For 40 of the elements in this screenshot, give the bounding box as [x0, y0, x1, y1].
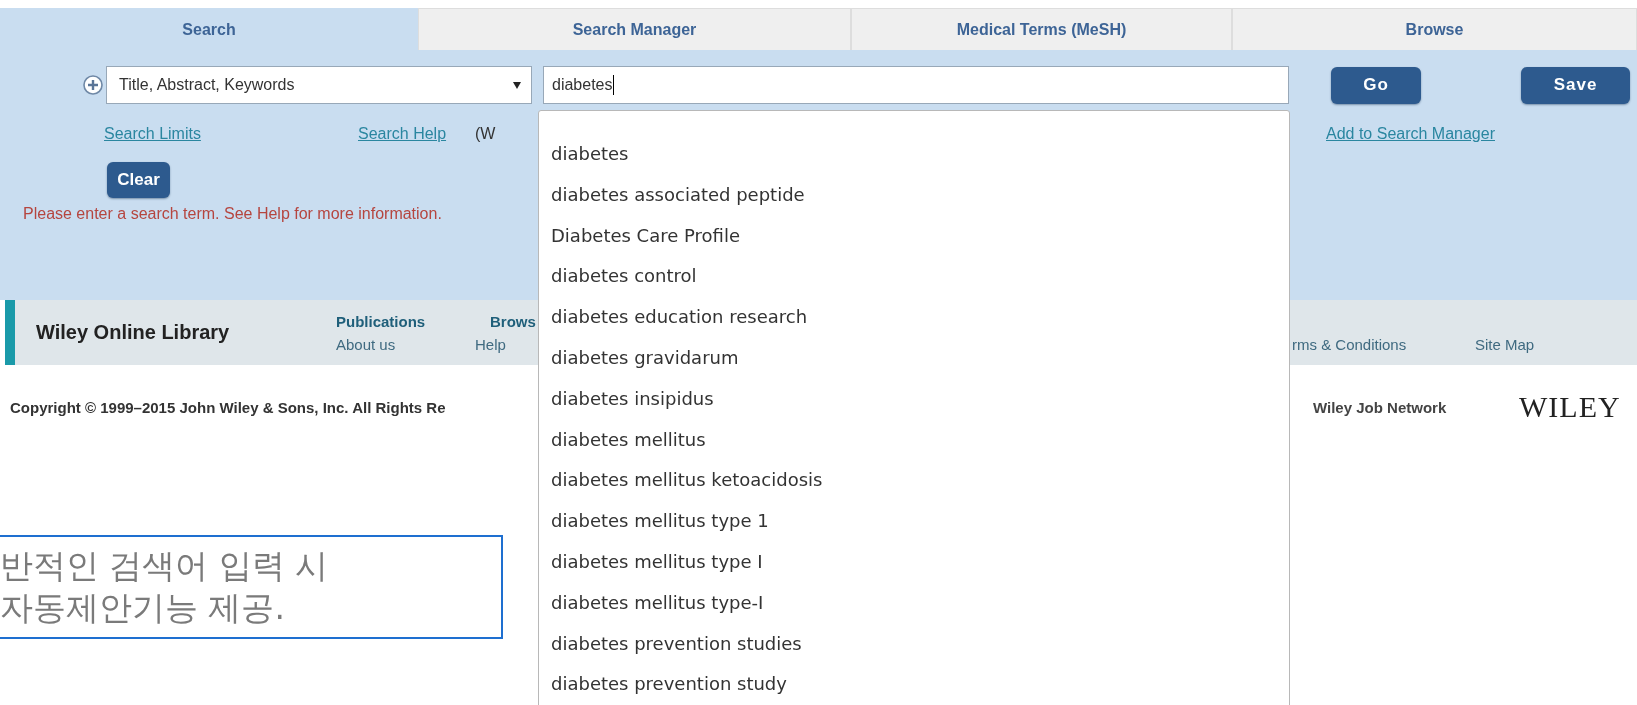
error-message: Please enter a search term. See Help for more information.: [23, 204, 443, 224]
suggestion-item[interactable]: diabetes mellitus: [539, 419, 1289, 461]
copyright-text: Copyright © 1999–2015 John Wiley & Sons, Inc. All Rights Re: [10, 398, 446, 416]
footer-link[interactable]: Site Map: [1475, 335, 1535, 353]
suggestion-item[interactable]: diabetes: [539, 134, 1289, 175]
add-row-icon[interactable]: [83, 75, 103, 95]
suggestion-item[interactable]: diabetes insipidus: [539, 378, 1289, 420]
job-network-link[interactable]: Wiley Job Network: [1313, 398, 1519, 416]
field-select[interactable]: Title, Abstract, Keywords: [106, 66, 532, 104]
footer-link[interactable]: rms & Conditions: [1292, 335, 1407, 353]
publisher-logo: WILEY: [1519, 390, 1621, 424]
footer-link[interactable]: About us: [336, 335, 396, 353]
save-button[interactable]: Save: [1521, 66, 1630, 104]
footer-link[interactable]: Publications: [336, 312, 426, 330]
site-title: Wiley Online Library: [35, 320, 231, 345]
go-button[interactable]: Go: [1331, 66, 1421, 104]
suggestion-item[interactable]: diabetes education research: [539, 297, 1289, 338]
suggestion-item[interactable]: diabetes mellitus type 1: [539, 501, 1289, 542]
suggestion-item[interactable]: diabetes gravidarum: [539, 338, 1289, 379]
footer-link[interactable]: Brows: [490, 312, 536, 330]
caret-icon: [513, 81, 521, 89]
suggestion-item[interactable]: diabetes mellitus type I: [539, 541, 1289, 583]
suggestion-item[interactable]: diabetes mellitus ketoacidosis: [539, 460, 1289, 502]
suggestion-item[interactable]: diabetes associated peptide: [539, 174, 1289, 216]
footer-link[interactable]: Help: [475, 335, 506, 353]
suggestion-item[interactable]: diabetes control: [539, 256, 1289, 298]
suggestion-item[interactable]: diabetes prevention studies: [539, 623, 1289, 665]
suggestion-item[interactable]: Diabetes Care Profile: [539, 215, 1289, 257]
tab[interactable]: Search Manager: [418, 8, 851, 50]
suggestion-item[interactable]: diabetes prevention study: [539, 664, 1289, 705]
suggestion-item[interactable]: diabetes mellitus type-I: [539, 582, 1289, 624]
annotation-text: 자동제안기능 제공.: [0, 587, 286, 629]
tab[interactable]: Medical Terms (MeSH): [851, 8, 1232, 50]
search-field[interactable]: diabetes: [543, 66, 1289, 104]
hint-text: (W: [475, 125, 496, 142]
clear-button[interactable]: Clear: [107, 162, 170, 198]
tab[interactable]: Browse: [1232, 8, 1637, 50]
accent-bar: [5, 300, 15, 365]
tab[interactable]: Search: [0, 8, 418, 50]
annotation-text: 반적인 검색어 입력 시: [0, 545, 330, 587]
